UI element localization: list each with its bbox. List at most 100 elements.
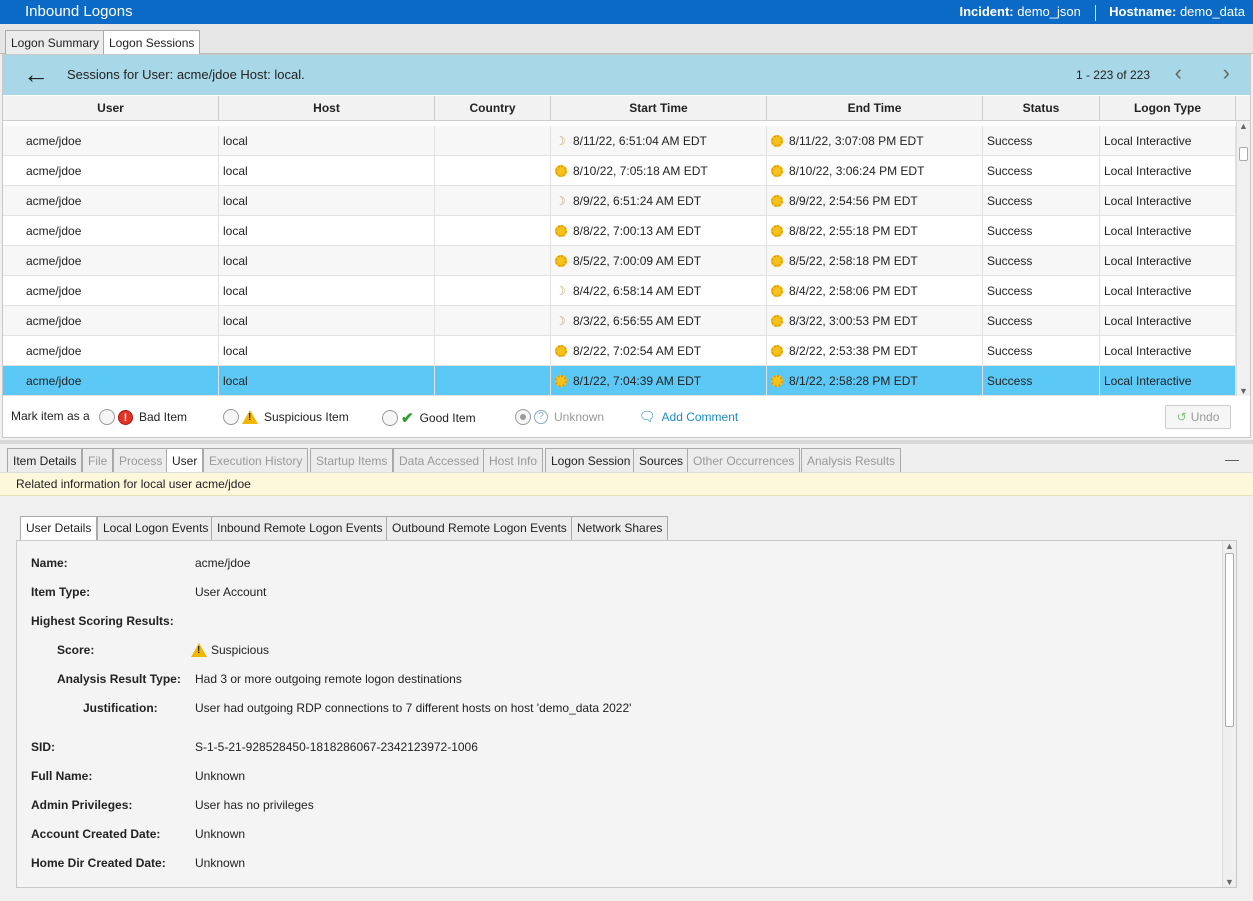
cell-end-time-text: 8/3/22, 3:00:53 PM EDT [789,314,918,328]
cell-host: local [219,186,435,216]
moon-icon: ☽ [555,313,566,328]
cell-logon-type-text: Local Interactive [1104,224,1192,238]
column-header-status[interactable]: Status [983,96,1100,121]
cell-status: Success [983,366,1100,396]
hostname-label: Hostname: [1109,4,1177,19]
detail-row-account-created: Account Created Date: Unknown [17,827,1217,847]
table-row[interactable]: acme/jdoe local 8/10/22, 7:05:18 AM EDT 8/1… [3,156,1236,186]
details-scrollbar[interactable]: ▲ ▼ [1222,541,1236,887]
tab-sources[interactable]: Sources [633,448,690,472]
table-row[interactable]: acme/jdoe local 8/2/22, 7:02:54 AM EDT 8/2/… [3,336,1236,366]
highest-scoring-label: Highest Scoring Results: [31,614,174,628]
table-scrollbar[interactable]: ▲ ▼ [1236,121,1250,396]
cell-status: Success [983,126,1100,156]
cell-end-time-text: 8/9/22, 2:54:56 PM EDT [789,194,918,208]
cell-host-text: local [223,164,248,178]
table-row[interactable]: acme/jdoe local 8/5/22, 7:00:09 AM EDT 8/5/… [3,246,1236,276]
add-comment-link[interactable]: 🗨 Add Comment [639,409,738,425]
scrollbar-thumb[interactable] [1239,147,1248,161]
table-row[interactable]: acme/jdoe local 8/1/22, 7:04:39 AM EDT 8/1/… [3,366,1236,396]
related-info-banner: Related information for local user acme/… [0,472,1253,496]
scroll-up-icon[interactable]: ▲ [1225,541,1234,551]
pane-splitter[interactable] [0,440,1253,444]
cell-start-time: ☽ 8/11/22, 6:51:04 AM EDT [551,126,767,156]
sun-icon [771,284,783,297]
column-header-host[interactable]: Host [219,96,435,121]
column-header-logon-type[interactable]: Logon Type [1100,96,1236,121]
cell-status-text: Success [987,344,1033,358]
tab-analysis-results: Analysis Results [801,448,902,472]
tab-logon-session[interactable]: Logon Session [545,448,637,472]
tab-user[interactable]: User [166,448,204,472]
score-text: Suspicious [211,643,270,657]
cell-logon-type: Local Interactive [1100,246,1236,276]
cell-country [435,366,551,396]
tab-logon-summary[interactable]: Logon Summary [5,30,106,54]
incident-value: demo_json [1017,4,1081,19]
tab-local-logon-events[interactable]: Local Logon Events [97,516,215,540]
column-header-end-time[interactable]: End Time [767,96,983,121]
column-header-country[interactable]: Country [435,96,551,121]
mark-bad-option[interactable]: ! Bad Item [99,409,187,425]
cell-user: acme/jdoe [3,156,219,186]
mark-item-bar: Mark item as a ! Bad Item Suspicious Ite… [3,399,1250,437]
back-arrow-icon[interactable]: ← [23,61,49,87]
table-row[interactable]: acme/jdoe local ☽ 8/11/22, 6:51:04 AM EDT 8/… [3,126,1236,156]
column-header-start-time[interactable]: Start Time [551,96,767,121]
tab-item-details[interactable]: Item Details [7,448,83,472]
scroll-up-icon[interactable]: ▲ [1239,121,1248,131]
detail-row-admin-privileges: Admin Privileges: User has no privileges [17,798,1217,818]
mark-suspicious-option[interactable]: Suspicious Item [223,409,349,425]
table-row[interactable]: acme/jdoe local ☽ 8/4/22, 6:58:14 AM EDT 8/4… [3,276,1236,306]
cell-user: acme/jdoe [3,366,219,396]
undo-button[interactable]: ↺ Undo [1165,405,1231,429]
undo-icon: ↺ [1176,410,1187,424]
sun-icon [771,314,783,327]
tab-inbound-remote-logon-events[interactable]: Inbound Remote Logon Events [211,516,389,540]
tab-user-details[interactable]: User Details [20,516,98,540]
home-dir-created-value: Unknown [195,856,246,870]
cell-start-time: 8/5/22, 7:00:09 AM EDT [551,246,767,276]
cell-end-time: 8/8/22, 2:55:18 PM EDT [767,216,983,246]
tab-logon-sessions[interactable]: Logon Sessions [103,30,201,54]
cell-end-time-text: 8/5/22, 2:58:18 PM EDT [789,254,918,268]
cell-user-text: acme/jdoe [26,224,82,238]
tab-outbound-remote-logon-events[interactable]: Outbound Remote Logon Events [386,516,573,540]
table-row[interactable]: acme/jdoe local ☽ 8/9/22, 6:51:24 AM EDT 8/9… [3,186,1236,216]
minimize-icon[interactable]: — [1225,451,1239,467]
scroll-down-icon[interactable]: ▼ [1225,877,1234,887]
table-row[interactable]: acme/jdoe local ☽ 8/3/22, 6:56:55 AM EDT 8/3… [3,306,1236,336]
mark-unknown-option[interactable]: ? Unknown [515,409,604,425]
unknown-radio[interactable] [515,409,531,425]
cell-logon-type: Local Interactive [1100,276,1236,306]
detail-row-full-name: Full Name: Unknown [17,769,1217,789]
cell-start-time: ☽ 8/4/22, 6:58:14 AM EDT [551,276,767,306]
suspicious-radio[interactable] [223,409,239,425]
scrollbar-thumb[interactable] [1225,553,1234,727]
bad-radio[interactable] [99,409,115,425]
cell-user: acme/jdoe [3,306,219,336]
admin-privileges-value: User has no privileges [195,798,314,812]
scroll-down-icon[interactable]: ▼ [1239,386,1248,396]
column-header-user[interactable]: User [3,96,219,121]
cell-logon-type-text: Local Interactive [1104,374,1192,388]
moon-icon: ☽ [555,283,566,298]
suspicious-item-label: Suspicious Item [264,410,349,424]
add-comment-label[interactable]: Add Comment [662,410,739,424]
title-bar: Inbound Logons Incident: demo_json Hostn… [0,0,1253,24]
mark-good-option[interactable]: ✔ Good Item [382,409,476,427]
detail-row-name: Name: acme/jdoe [17,556,1217,576]
table-row[interactable]: acme/jdoe local 8/8/22, 7:00:13 AM EDT 8/8/… [3,216,1236,246]
cell-logon-type-text: Local Interactive [1104,134,1192,148]
sessions-table: User Host Country Start Time End Time St… [3,96,1250,396]
cell-host-text: local [223,314,248,328]
cell-start-time: ☽ 8/3/22, 6:56:55 AM EDT [551,306,767,336]
good-radio[interactable] [382,410,398,426]
cell-user: acme/jdoe [3,186,219,216]
name-label: Name: [31,556,68,570]
tab-network-shares[interactable]: Network Shares [571,516,669,540]
user-sub-tab-bar: User Details Local Logon Events Inbound … [16,514,1237,540]
cell-status-text: Success [987,284,1033,298]
chevron-left-icon[interactable]: ‹ [1175,62,1182,84]
chevron-right-icon[interactable]: › [1223,62,1230,84]
